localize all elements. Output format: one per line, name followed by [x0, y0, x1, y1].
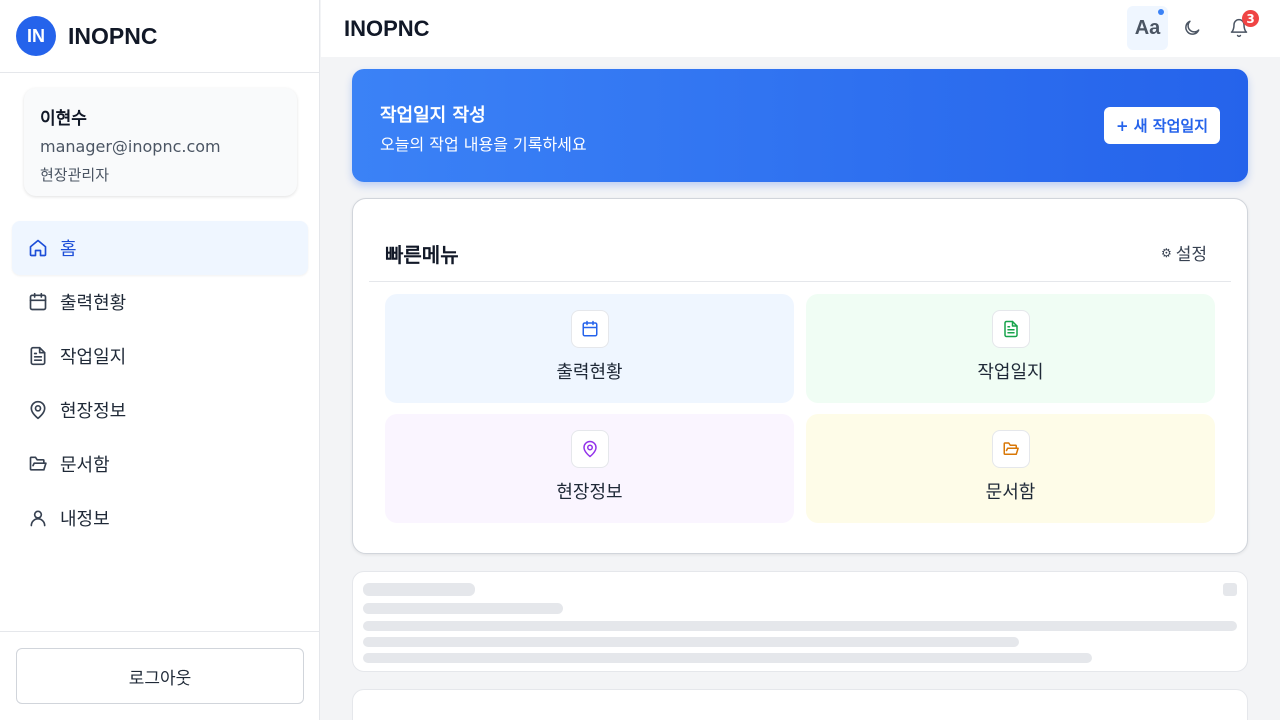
sidebar-item-attendance[interactable]: 출력현황 [12, 275, 308, 329]
quick-menu-title: 빠른메뉴 [385, 243, 459, 267]
top-header: INOPNC Aa 3 [321, 0, 1280, 57]
font-size-button[interactable]: Aa [1127, 6, 1168, 50]
user-profile-card: 이현수 manager@inopnc.com 현장관리자 [24, 88, 297, 196]
user-email: manager@inopnc.com [40, 137, 221, 156]
user-name: 이현수 [40, 109, 87, 129]
banner-subtitle: 오늘의 작업 내용을 기록하세요 [380, 135, 587, 154]
new-work-log-button[interactable]: + 새 작업일지 [1103, 107, 1220, 144]
sidebar-item-my-info[interactable]: 내정보 [12, 491, 308, 545]
tile-label: 문서함 [985, 482, 1036, 503]
moon-icon[interactable] [1182, 18, 1202, 38]
user-icon [30, 510, 46, 527]
tile-icon-box [570, 310, 609, 348]
map-pin-icon [582, 440, 597, 458]
quick-menu-card: 빠른메뉴 ⚙ 설정 출력현황 작업일지 현장정보 문서함 [352, 198, 1248, 554]
sidebar-item-label: 문서함 [60, 455, 110, 476]
home-icon [29, 239, 47, 257]
tile-label: 작업일지 [977, 362, 1044, 383]
tile-label: 현장정보 [556, 482, 623, 503]
quick-tile-attendance[interactable]: 출력현황 [385, 294, 794, 403]
brand-name: INOPNC [68, 22, 158, 49]
sidebar-nav: 홈 출력현황 작업일지 현장정보 문서함 내정보 [12, 221, 308, 545]
quick-tile-site-info[interactable]: 현장정보 [385, 414, 794, 523]
logout-button[interactable]: 로그아웃 [16, 648, 304, 704]
tile-icon-box [991, 310, 1030, 348]
banner-title: 작업일지 작성 [380, 105, 486, 126]
sidebar: IN INOPNC 이현수 manager@inopnc.com 현장관리자 홈… [0, 0, 320, 720]
divider [369, 281, 1231, 282]
folder-open-icon [1003, 442, 1019, 455]
calendar-icon [29, 292, 47, 311]
brand-logo: IN [16, 16, 56, 56]
user-role: 현장관리자 [40, 166, 110, 184]
sidebar-item-label: 출력현황 [60, 293, 127, 314]
document-icon [1003, 320, 1018, 338]
work-log-banner: 작업일지 작성 오늘의 작업 내용을 기록하세요 + 새 작업일지 [352, 69, 1248, 182]
folder-open-icon [29, 456, 47, 471]
sidebar-footer: 로그아웃 [0, 631, 320, 720]
quick-tile-documents[interactable]: 문서함 [806, 414, 1215, 523]
skeleton-line [363, 603, 563, 614]
map-pin-icon [30, 400, 46, 420]
quick-menu-settings-button[interactable]: ⚙ 설정 [1161, 240, 1207, 265]
sidebar-item-label: 작업일지 [60, 347, 127, 368]
sidebar-item-site-info[interactable]: 현장정보 [12, 383, 308, 437]
calendar-icon [582, 320, 597, 337]
skeleton-line [363, 583, 475, 596]
loading-skeleton-card [352, 689, 1248, 720]
document-icon [30, 346, 46, 366]
sidebar-item-label: 현장정보 [60, 401, 127, 422]
skeleton-line [363, 621, 1237, 631]
sidebar-item-work-log[interactable]: 작업일지 [12, 329, 308, 383]
sidebar-item-label: 내정보 [60, 509, 110, 530]
sidebar-item-documents[interactable]: 문서함 [12, 437, 308, 491]
tile-icon-box [570, 430, 609, 468]
sidebar-item-label: 홈 [60, 239, 77, 260]
settings-label: 설정 [1175, 245, 1207, 265]
page-title: INOPNC [344, 16, 430, 41]
sidebar-item-home[interactable]: 홈 [12, 221, 308, 275]
notification-badge: 3 [1242, 10, 1259, 27]
loading-skeleton-card [352, 571, 1248, 672]
skeleton-line [363, 653, 1092, 663]
tile-icon-box [991, 430, 1030, 468]
gear-icon: ⚙ [1160, 245, 1172, 260]
font-size-label: Aa [1134, 16, 1161, 39]
notification-button[interactable]: 3 [1229, 10, 1259, 40]
quick-tile-work-log[interactable]: 작업일지 [806, 294, 1215, 403]
brand[interactable]: IN INOPNC [0, 0, 319, 73]
indicator-dot [1158, 9, 1164, 15]
skeleton-line [1223, 583, 1237, 596]
tile-label: 출력현황 [556, 362, 623, 383]
skeleton-line [363, 637, 1019, 647]
